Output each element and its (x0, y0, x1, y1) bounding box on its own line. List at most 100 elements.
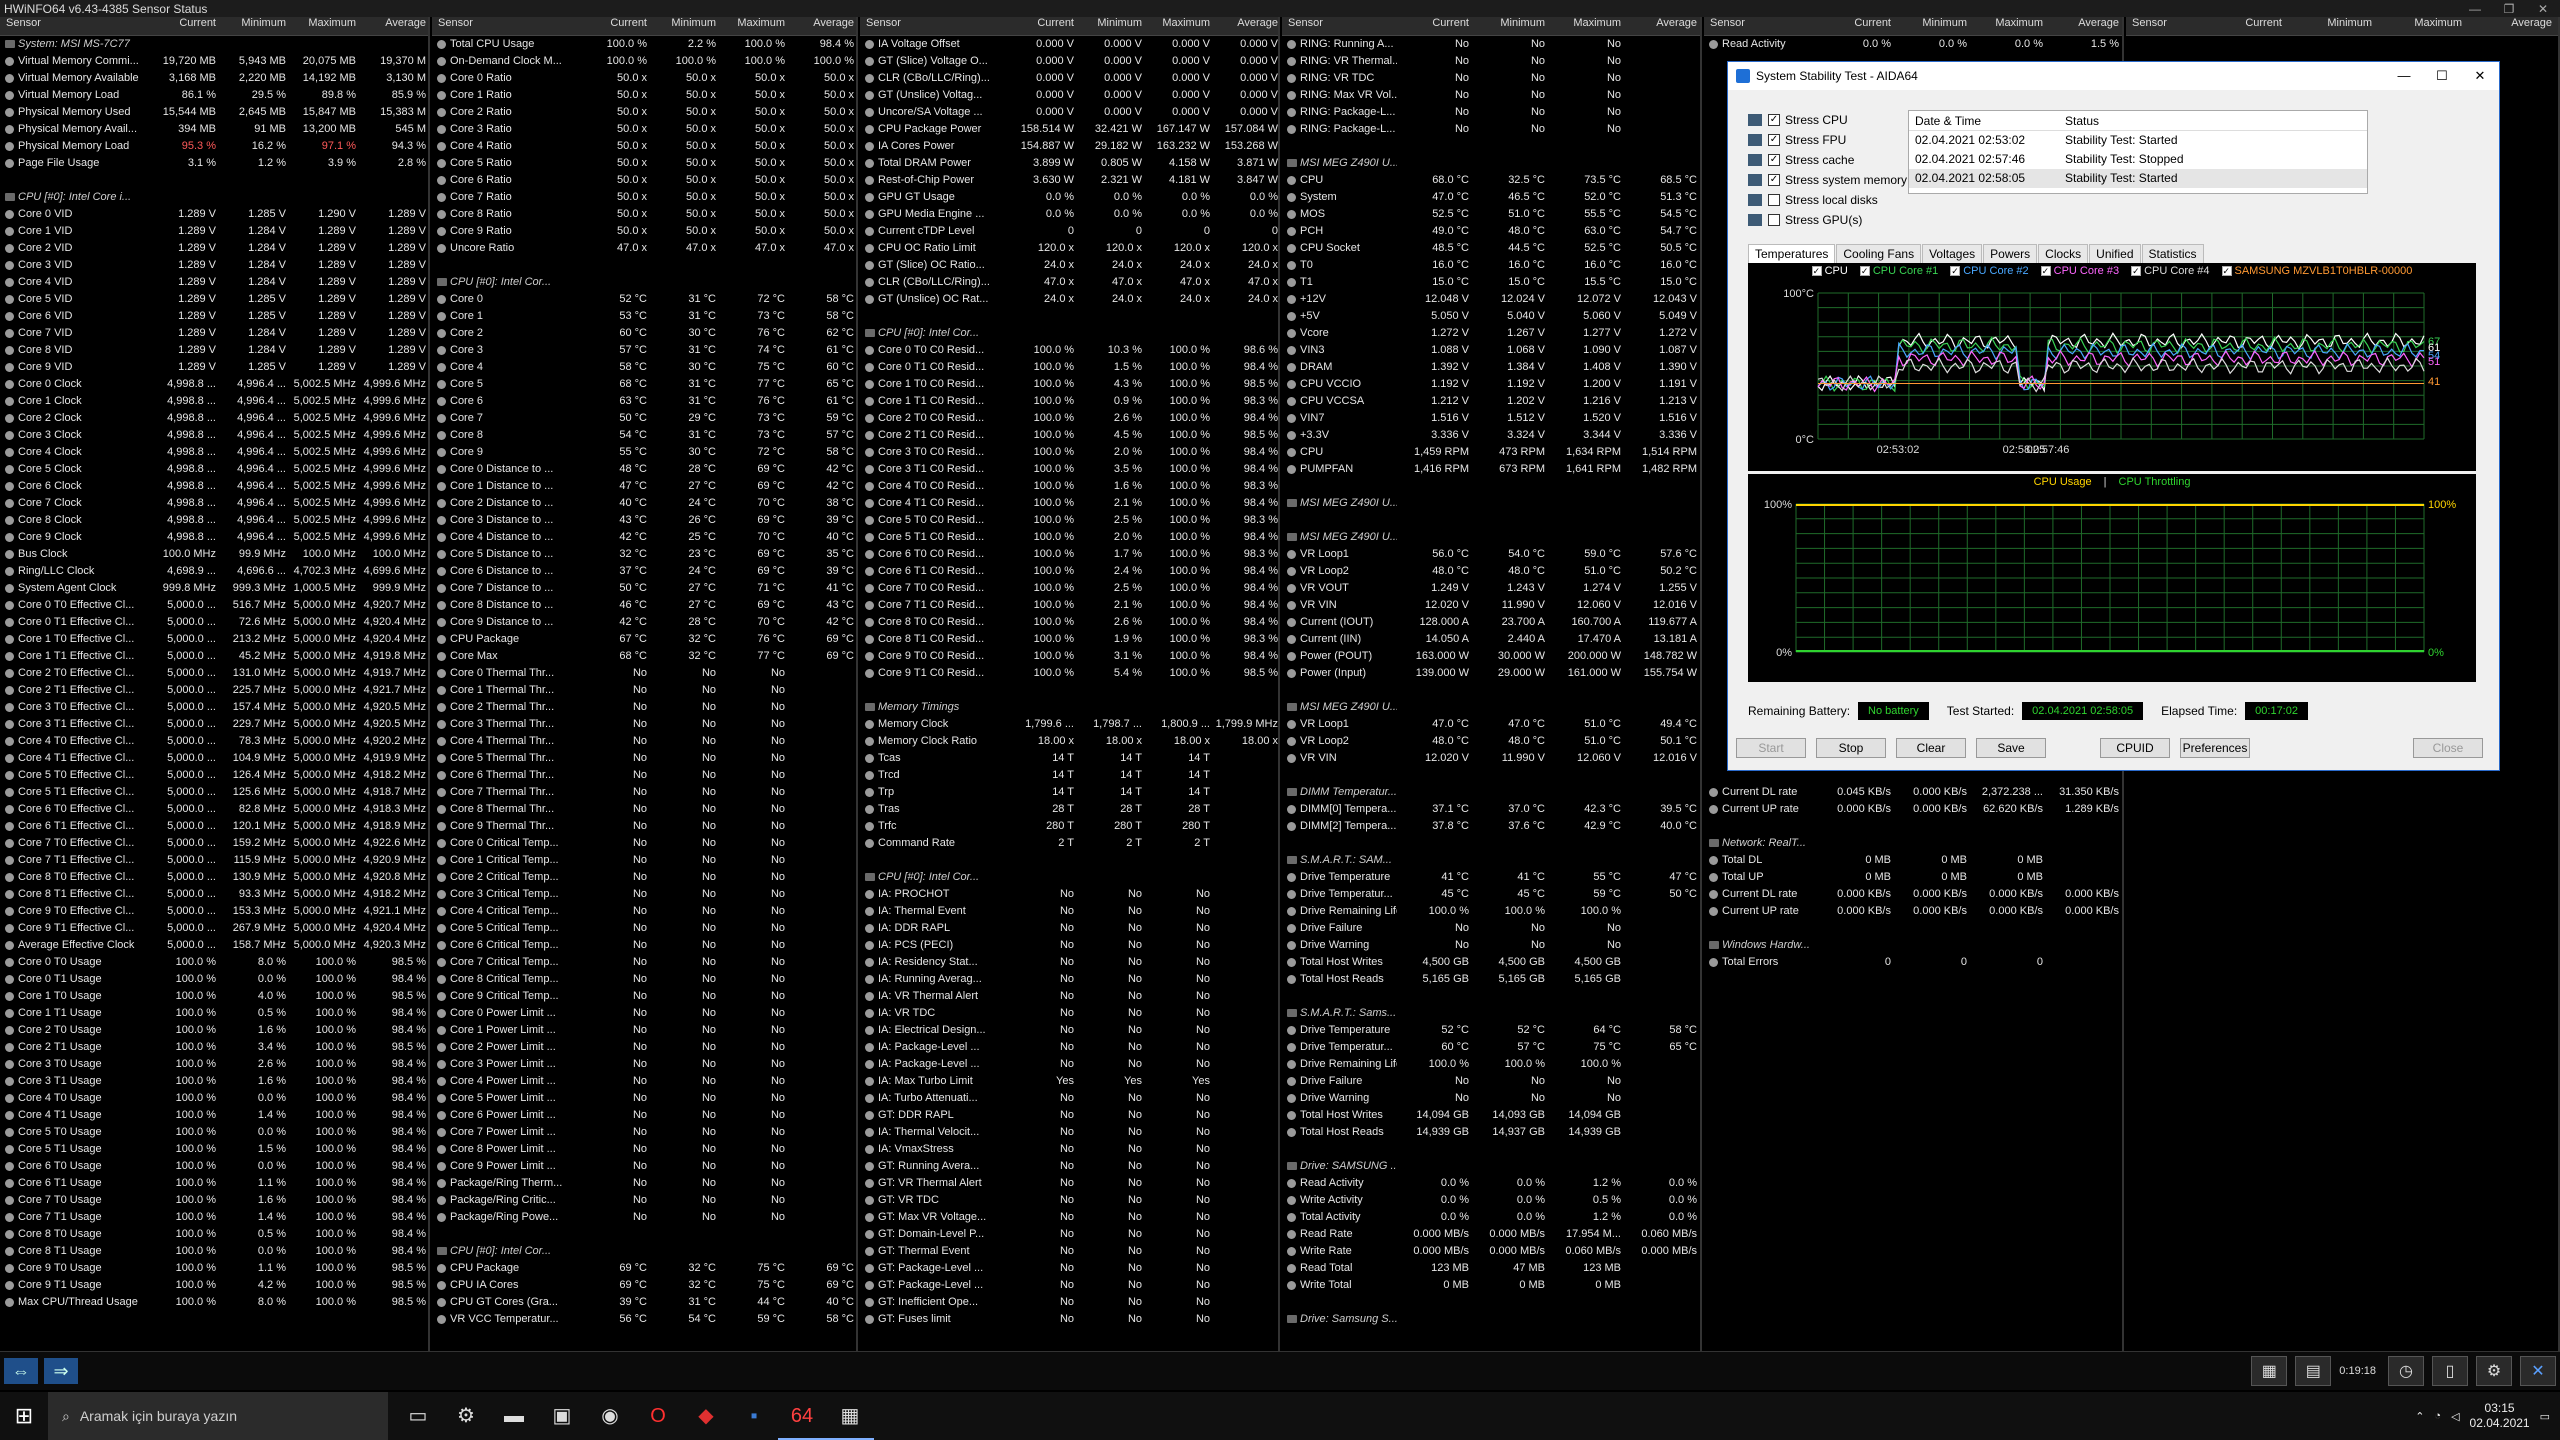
column-header[interactable]: Minimum (651, 17, 720, 35)
sensor-row[interactable]: Core 9 Power Limit ... No No No (432, 1158, 856, 1175)
sensor-row[interactable]: CPU Socket 48.5 °C 44.5 °C 52.5 °C 50.5 °C (1282, 240, 1700, 257)
panel-header[interactable]: Sensor Current Minimum Maximum Average (2126, 17, 2558, 36)
sensor-row[interactable]: DIMM[2] Tempera... 37.8 °C 37.6 °C 42.9 °C 4… (1282, 818, 1700, 835)
sensor-row[interactable]: Core 0 T1 Effective Cl... 5,000.0 ... 72.6… (0, 614, 428, 631)
sensor-row[interactable]: VR Loop2 48.0 °C 48.0 °C 51.0 °C 50.1 °C (1282, 733, 1700, 750)
stress-option[interactable]: Stress GPU(s) (1748, 210, 1907, 230)
sensor-row[interactable]: Core 7 Clock 4,998.8 ... 4,996.4 ... 5,002.… (0, 495, 428, 512)
sensor-row[interactable]: Core 5 68 °C 31 °C 77 °C 65 °C (432, 376, 856, 393)
outlook-icon[interactable]: ▪ (730, 1392, 778, 1440)
sensor-row[interactable]: Core 5 T0 Effective Cl... 5,000.0 ... 126.… (0, 767, 428, 784)
sensor-group-header[interactable]: Drive: Samsung S... (1282, 1311, 1700, 1328)
sensor-row[interactable]: GT: Package-Level ... No No No (860, 1277, 1278, 1294)
close-icon[interactable]: ✕ (2526, 2, 2560, 16)
column-header[interactable]: Minimum (1078, 17, 1146, 35)
sensor-row[interactable]: Virtual Memory Load 86.1 % 29.5 % 89.8 % 85.… (0, 87, 428, 104)
sensor-row[interactable]: RING: Running A... No No No (1282, 36, 1700, 53)
sensor-row[interactable]: Core 4 Ratio 50.0 x 50.0 x 50.0 x 50.0 x (432, 138, 856, 155)
column-header[interactable]: Minimum (1895, 17, 1971, 35)
sensor-row[interactable]: Total DL 0 MB 0 MB 0 MB (1704, 852, 2122, 869)
sensor-row[interactable]: Read Rate 0.000 MB/s 0.000 MB/s 17.954 M...… (1282, 1226, 1700, 1243)
sensor-row[interactable]: Virtual Memory Commi... 19,720 MB 5,943 MB… (0, 53, 428, 70)
sensor-row[interactable]: Core 1 T1 Effective Cl... 5,000.0 ... 45.2… (0, 648, 428, 665)
sensor-row[interactable]: PUMPFAN 1,416 RPM 673 RPM 1,641 RPM 1,482 RP… (1282, 461, 1700, 478)
sensor-row[interactable]: Current UP rate 0.000 KB/s 0.000 KB/s 0.000… (1704, 903, 2122, 920)
sensor-row[interactable]: VR Loop2 48.0 °C 48.0 °C 51.0 °C 50.2 °C (1282, 563, 1700, 580)
sensor-row[interactable]: Core 8 Critical Temp... No No No (432, 971, 856, 988)
sensor-row[interactable]: VR VIN 12.020 V 11.990 V 12.060 V 12.016 V (1282, 750, 1700, 767)
sensor-row[interactable]: Core 4 Thermal Thr... No No No (432, 733, 856, 750)
sensor-row[interactable]: GT: Max VR Voltage... No No No (860, 1209, 1278, 1226)
column-header[interactable]: Average (2466, 17, 2556, 35)
sensor-row[interactable]: Core 6 T1 Effective Cl... 5,000.0 ... 120.… (0, 818, 428, 835)
sensor-row[interactable]: Core 1 Ratio 50.0 x 50.0 x 50.0 x 50.0 x (432, 87, 856, 104)
sensor-row[interactable]: RING: Package-L... No No No (1282, 121, 1700, 138)
column-header[interactable]: Maximum (720, 17, 789, 35)
sensor-row[interactable]: GT: DDR RAPL No No No (860, 1107, 1278, 1124)
sensor-row[interactable]: Core 5 Clock 4,998.8 ... 4,996.4 ... 5,002.… (0, 461, 428, 478)
sensor-row[interactable]: Virtual Memory Available 3,168 MB 2,220 MB… (0, 70, 428, 87)
sensor-row[interactable]: Core 7 50 °C 29 °C 73 °C 59 °C (432, 410, 856, 427)
sensor-row[interactable]: Core 8 T1 C0 Resid... 100.0 % 1.9 % 100.0 %… (860, 631, 1278, 648)
start-button[interactable]: Start (1736, 738, 1806, 758)
sensor-row[interactable]: VR Loop1 47.0 °C 47.0 °C 51.0 °C 49.4 °C (1282, 716, 1700, 733)
sensor-row[interactable]: GPU GT Usage 0.0 % 0.0 % 0.0 % 0.0 % (860, 189, 1278, 206)
sensor-row[interactable]: +3.3V 3.336 V 3.324 V 3.344 V 3.336 V (1282, 427, 1700, 444)
panel-header[interactable]: Sensor Current Minimum Maximum Average (1704, 17, 2122, 36)
tab-temperatures[interactable]: Temperatures (1748, 244, 1836, 263)
sensor-row[interactable]: CPU Package Power 158.514 W 32.421 W 167.14… (860, 121, 1278, 138)
sensor-row[interactable]: Core 5 Ratio 50.0 x 50.0 x 50.0 x 50.0 x (432, 155, 856, 172)
sensor-row[interactable]: Core 8 VID 1.289 V 1.284 V 1.289 V 1.289 V (0, 342, 428, 359)
sensor-row[interactable]: Core 2 Clock 4,998.8 ... 4,996.4 ... 5,002.… (0, 410, 428, 427)
stress-option[interactable]: ✓ Stress CPU (1748, 110, 1907, 130)
sensor-row[interactable]: GT: Domain-Level P... No No No (860, 1226, 1278, 1243)
chrome-icon[interactable]: ◉ (586, 1392, 634, 1440)
sensor-row[interactable]: IA: Package-Level ... No No No (860, 1039, 1278, 1056)
sensor-row[interactable]: Core 8 Power Limit ... No No No (432, 1141, 856, 1158)
column-header[interactable]: Average (360, 17, 428, 35)
column-header[interactable]: Current (2196, 17, 2286, 35)
sensor-row[interactable]: Core 0 Thermal Thr... No No No (432, 665, 856, 682)
column-header[interactable]: Sensor (860, 17, 1010, 35)
sensor-row[interactable]: Current (IOUT) 128.000 A 23.700 A 160.700 A… (1282, 614, 1700, 631)
column-header[interactable]: Maximum (290, 17, 360, 35)
sensor-row[interactable]: Core 0 Power Limit ... No No No (432, 1005, 856, 1022)
sensor-row[interactable]: Power (POUT) 163.000 W 30.000 W 200.000 W 14… (1282, 648, 1700, 665)
sensor-row[interactable]: CPU VCCIO 1.192 V 1.192 V 1.200 V 1.191 V (1282, 376, 1700, 393)
sensor-row[interactable]: Core 8 Ratio 50.0 x 50.0 x 50.0 x 50.0 x (432, 206, 856, 223)
sensor-row[interactable]: Core 7 T0 Usage 100.0 % 1.6 % 100.0 % 98.4 % (0, 1192, 428, 1209)
sensor-row[interactable]: IA: VR TDC No No No (860, 1005, 1278, 1022)
sensor-row[interactable]: CPU 1,459 RPM 473 RPM 1,634 RPM 1,514 RPM (1282, 444, 1700, 461)
preferences-button[interactable]: Preferences (2180, 738, 2250, 758)
sensor-row[interactable]: System Agent Clock 999.8 MHz 999.3 MHz 1,00… (0, 580, 428, 597)
sensor-row[interactable]: IA: Package-Level ... No No No (860, 1056, 1278, 1073)
sensor-row[interactable]: Write Total 0 MB 0 MB 0 MB (1282, 1277, 1700, 1294)
sensor-row[interactable]: Core 5 VID 1.289 V 1.285 V 1.289 V 1.289 V (0, 291, 428, 308)
sensor-row[interactable]: Ring/LLC Clock 4,698.9 ... 4,696.6 ... 4,70… (0, 563, 428, 580)
sensor-row[interactable]: IA Voltage Offset 0.000 V 0.000 V 0.000 V 0.… (860, 36, 1278, 53)
sensor-row[interactable]: Core 4 T0 Effective Cl... 5,000.0 ... 78.3… (0, 733, 428, 750)
sensor-row[interactable]: Core 9 T1 C0 Resid... 100.0 % 5.4 % 100.0 %… (860, 665, 1278, 682)
app-settings-icon[interactable]: ⚙ (442, 1392, 490, 1440)
column-header[interactable]: Sensor (1282, 17, 1397, 35)
sensor-row[interactable]: Core 6 63 °C 31 °C 76 °C 61 °C (432, 393, 856, 410)
sensor-row[interactable]: On-Demand Clock M... 100.0 % 100.0 % 100.0 … (432, 53, 856, 70)
sensor-row[interactable]: Core 7 Distance to ... 50 °C 27 °C 71 °C 41 … (432, 580, 856, 597)
sensor-row[interactable]: Physical Memory Load 95.3 % 16.2 % 97.1 % 94… (0, 138, 428, 155)
sensor-row[interactable]: Package/Ring Critic... No No No (432, 1192, 856, 1209)
sensor-row[interactable]: Memory Clock 1,799.6 ... 1,798.7 ... 1,800.… (860, 716, 1278, 733)
sensor-row[interactable]: +12V 12.048 V 12.024 V 12.072 V 12.043 V (1282, 291, 1700, 308)
sensor-row[interactable]: Current cTDP Level 0 0 0 0 (860, 223, 1278, 240)
sensor-row[interactable]: Trfc 280 T 280 T 280 T (860, 818, 1278, 835)
sensor-row[interactable]: DRAM 1.392 V 1.384 V 1.408 V 1.390 V (1282, 359, 1700, 376)
sensor-row[interactable]: Package/Ring Therm... No No No (432, 1175, 856, 1192)
sensor-row[interactable]: Vcore 1.272 V 1.267 V 1.277 V 1.272 V (1282, 325, 1700, 342)
sensor-row[interactable]: Current DL rate 0.045 KB/s 0.000 KB/s 2,372… (1704, 784, 2122, 801)
sensor-row[interactable]: Core 9 T0 C0 Resid... 100.0 % 3.1 % 100.0 %… (860, 648, 1278, 665)
stress-option[interactable]: ✓ Stress FPU (1748, 130, 1907, 150)
sensor-row[interactable]: Core 4 Clock 4,998.8 ... 4,996.4 ... 5,002.… (0, 444, 428, 461)
sensor-row[interactable]: Core 0 VID 1.289 V 1.285 V 1.290 V 1.289 V (0, 206, 428, 223)
sensor-row[interactable]: Core 3 Thermal Thr... No No No (432, 716, 856, 733)
sensor-row[interactable]: IA: Max Turbo Limit Yes Yes Yes (860, 1073, 1278, 1090)
sensor-row[interactable]: GT: Inefficient Ope... No No No (860, 1294, 1278, 1311)
